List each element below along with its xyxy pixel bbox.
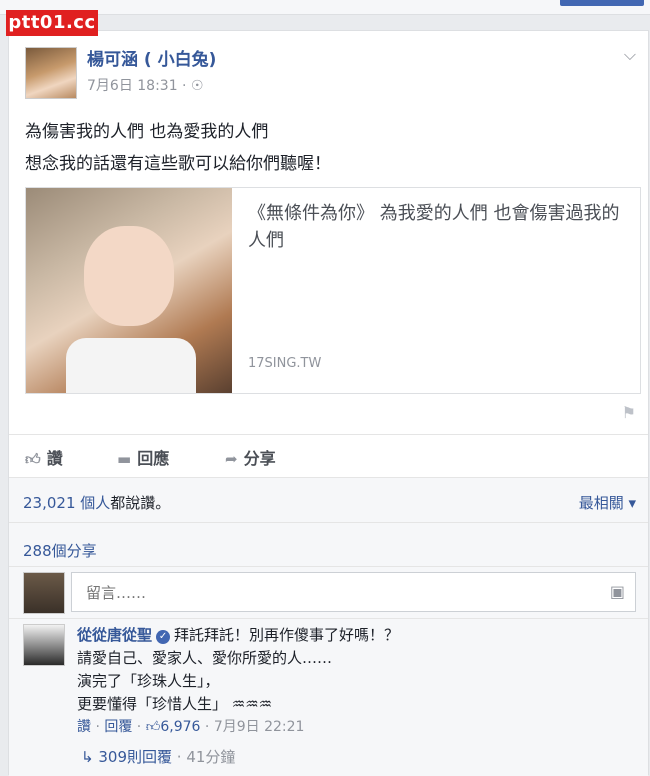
camera-icon[interactable]: ▣ bbox=[610, 582, 625, 601]
comment-date[interactable]: 7月9日 22:21 bbox=[214, 719, 305, 735]
post-meta: 7月6日 18:31 · ☉ bbox=[87, 75, 204, 95]
likes-summary: 23,021 個人都說讚。 bbox=[23, 492, 170, 513]
comment-like-count[interactable]: 👍︎6,976 bbox=[146, 719, 201, 735]
current-user-avatar bbox=[23, 572, 65, 614]
chevron-down-icon[interactable]: ⌵ bbox=[624, 45, 636, 65]
comment-line-4: 更要懂得「珍惜人生」 ♒♒♒ bbox=[77, 695, 273, 713]
post-time[interactable]: 7月6日 18:31 · bbox=[87, 78, 191, 94]
comment: 從從唐從聖 ✓ 拜託拜託！別再作傻事了好嗎！？ 請愛自己、愛家人、愛你所愛的人…… … bbox=[77, 624, 637, 739]
comment-line-2: 請愛自己、愛家人、愛你所愛的人…… bbox=[77, 649, 333, 667]
link-domain: 17SING.TW bbox=[248, 356, 322, 371]
post-card: 楊可涵 ( 小白兔) 7月6日 18:31 · ☉ ⌵ 為傷害我的人們 也為愛我… bbox=[8, 30, 649, 776]
post-text-line-1: 為傷害我的人們 也為愛我的人們 bbox=[25, 122, 269, 142]
like-button[interactable]: 👍︎ 讚 bbox=[25, 445, 63, 469]
comment-line-1: 拜託拜託！別再作傻事了好嗎！？ bbox=[174, 626, 400, 644]
reply-arrow-icon: ↳ bbox=[81, 748, 94, 766]
comment-button[interactable]: ▬ 回應 bbox=[117, 445, 169, 469]
flag-icon[interactable]: ⚑ bbox=[622, 403, 636, 422]
comment-first-line: 從從唐從聖 ✓ 拜託拜託！別再作傻事了好嗎！？ bbox=[77, 624, 637, 647]
portrait-shirt bbox=[66, 338, 196, 393]
engagement-area: 23,021 個人都說讚。 最相關 ▾ 288個分享 ▣ 從從唐從聖 ✓拜託拜託！… bbox=[9, 477, 648, 776]
comment-input[interactable] bbox=[84, 583, 588, 603]
share-arrow-icon: ➦ bbox=[225, 450, 238, 468]
post-author[interactable]: 楊可涵 ( 小白兔) bbox=[87, 45, 216, 70]
thumbs-up-icon: 👍︎ bbox=[25, 450, 41, 468]
link-preview-image[interactable] bbox=[26, 188, 232, 393]
replies-time: 41分鐘 bbox=[186, 748, 236, 766]
comment-line-3: 演完了「珍珠人生」， bbox=[77, 672, 220, 690]
replies-count: 309則回覆 bbox=[98, 748, 172, 766]
share-label: 分享 bbox=[243, 449, 276, 468]
post-text-line-2: 想念我的話還有這些歌可以給你們聽喔！ bbox=[25, 154, 331, 174]
portrait-face bbox=[84, 226, 174, 326]
globe-icon: ☉ bbox=[190, 78, 204, 94]
divider bbox=[9, 618, 648, 619]
link-preview-card[interactable]: 《無條件為你》 為我愛的人們 也會傷害過我的人們 17SING.TW bbox=[25, 187, 641, 394]
like-label: 讚 bbox=[46, 449, 63, 468]
comment-like-link[interactable]: 讚 bbox=[77, 719, 91, 735]
speech-bubble-icon: ▬ bbox=[117, 450, 132, 468]
comment-like-count-value: 6,976 bbox=[160, 719, 201, 735]
commenter-avatar[interactable] bbox=[23, 624, 65, 666]
comment-author[interactable]: 從從唐從聖 bbox=[77, 626, 152, 644]
thumbs-up-icon: 👍︎ bbox=[145, 719, 161, 735]
share-button[interactable]: ➦ 分享 bbox=[225, 445, 276, 469]
action-bar: 👍︎ 讚 ▬ 回應 ➦ 分享 bbox=[9, 434, 648, 475]
divider bbox=[9, 566, 648, 567]
comment-box[interactable]: ▣ bbox=[71, 572, 636, 612]
divider bbox=[9, 522, 648, 523]
sort-dropdown[interactable]: 最相關 ▾ bbox=[579, 492, 636, 513]
link-title[interactable]: 《無條件為你》 為我愛的人們 也會傷害過我的人們 bbox=[248, 200, 628, 254]
watermark-logo: ptt01.cc bbox=[6, 10, 98, 36]
comment-label: 回應 bbox=[137, 449, 170, 468]
author-avatar[interactable] bbox=[25, 47, 77, 99]
view-replies-link[interactable]: ↳ 309則回覆 · 41分鐘 bbox=[81, 746, 235, 767]
likes-count[interactable]: 23,021 個人 bbox=[23, 494, 110, 512]
comment-reply-link[interactable]: 回覆 bbox=[104, 719, 132, 735]
top-bar-button[interactable] bbox=[560, 0, 644, 6]
verified-badge-icon: ✓ bbox=[156, 630, 171, 644]
likes-suffix: 都說讚。 bbox=[110, 494, 171, 512]
shares-count[interactable]: 288個分享 bbox=[23, 540, 97, 561]
comment-actions: 讚 · 回覆 · 👍︎6,976 · 7月9日 22:21 bbox=[77, 719, 305, 735]
